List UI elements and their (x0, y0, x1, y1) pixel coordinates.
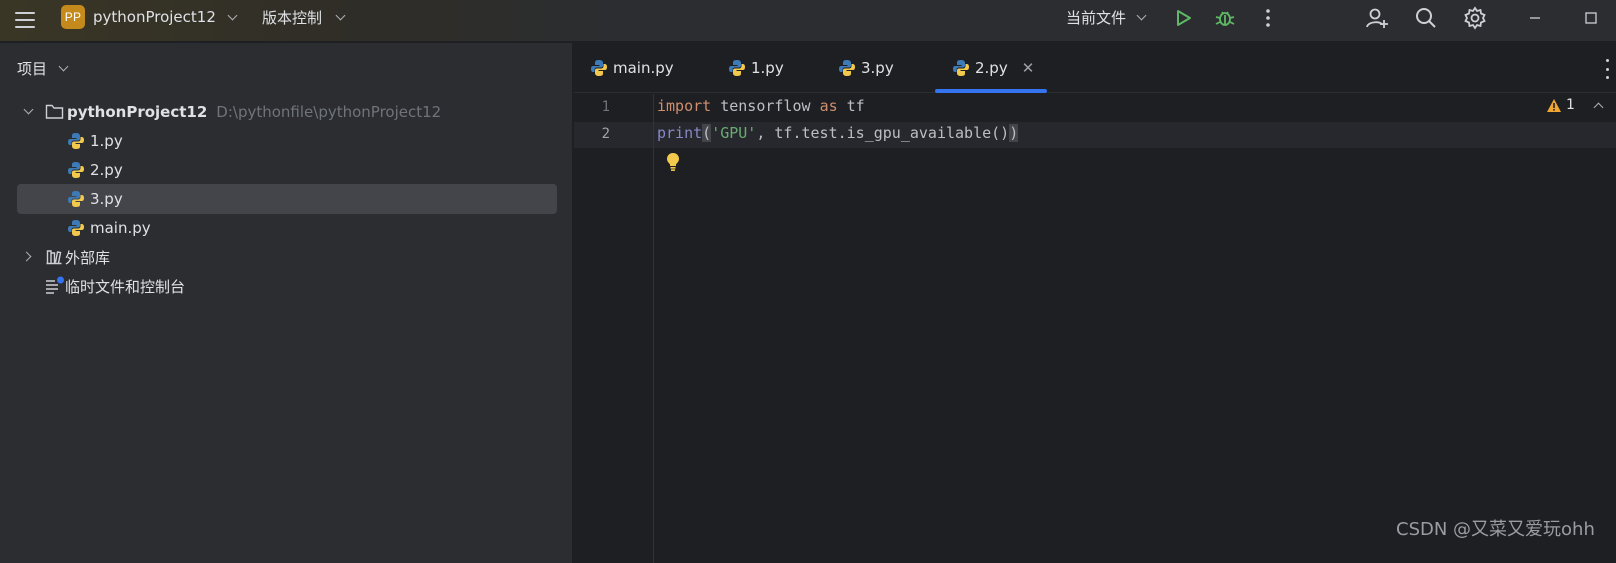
python-file-icon (68, 162, 84, 178)
maximize-icon[interactable] (1578, 5, 1604, 31)
code-line-1[interactable]: import tensorflow as tf (657, 97, 865, 115)
python-file-icon (68, 133, 84, 149)
tab-label: 1.py (751, 59, 784, 77)
line-number: 2 (601, 126, 610, 142)
chevron-down-icon[interactable] (58, 61, 69, 72)
folder-icon (45, 103, 64, 124)
tree-file-item[interactable]: main.py (17, 213, 557, 243)
python-file-icon (729, 60, 745, 76)
project-panel: 项目 pythonProject12 D:\pythonfile\pythonPr… (0, 43, 573, 563)
file-name: 3.py (90, 190, 123, 208)
more-vertical-icon[interactable] (1606, 59, 1610, 79)
watermark: CSDN @又菜又爱玩ohh (1396, 519, 1595, 540)
tree-scratches-consoles[interactable]: 临时文件和控制台 (17, 271, 557, 301)
minimize-icon[interactable] (1522, 5, 1548, 31)
debug-icon[interactable] (1212, 5, 1238, 31)
file-name: 1.py (90, 132, 123, 150)
tree-external-libraries[interactable]: 外部库 (17, 242, 557, 272)
gutter-divider (653, 94, 654, 563)
tab-1-py[interactable]: 1.py (728, 43, 784, 93)
library-icon (45, 248, 63, 269)
python-file-icon (953, 60, 969, 76)
run-icon[interactable] (1170, 5, 1196, 31)
python-file-icon (591, 60, 607, 76)
vcs-menu[interactable]: 版本控制 (262, 7, 322, 28)
close-icon[interactable]: ✕ (1022, 59, 1035, 77)
scratches-label: 临时文件和控制台 (65, 277, 186, 296)
add-user-icon[interactable] (1364, 5, 1390, 31)
root-name: pythonProject12 (67, 103, 208, 121)
scratches-icon (45, 276, 65, 298)
python-file-icon (68, 191, 84, 207)
editor-area: main.py 1.py 3.py 2.py ✕ 1 2 import tens… (574, 43, 1616, 563)
title-bar: PP pythonProject12 版本控制 当前文件 (0, 0, 1616, 42)
project-badge[interactable]: PP (61, 5, 85, 29)
tree-file-item[interactable]: 2.py (17, 155, 557, 185)
chevron-down-icon[interactable] (335, 10, 346, 21)
chevron-up-icon[interactable] (1593, 102, 1604, 113)
root-path: D:\pythonfile\pythonProject12 (216, 103, 442, 121)
external-libraries-label: 外部库 (65, 248, 111, 267)
chevron-down-icon[interactable] (23, 104, 34, 115)
panel-title[interactable]: 项目 (17, 58, 47, 79)
active-tab-indicator (935, 89, 1047, 93)
code-line-2[interactable]: print('GPU', tf.test.is_gpu_available()) (657, 124, 1019, 142)
lightbulb-icon[interactable] (665, 152, 681, 172)
tree-root-project[interactable]: pythonProject12 D:\pythonfile\pythonProje… (17, 97, 557, 127)
chevron-down-icon[interactable] (227, 10, 238, 21)
editor-tab-bar: main.py 1.py 3.py 2.py ✕ (574, 43, 1616, 93)
chevron-down-icon[interactable] (1136, 10, 1147, 21)
tab-2-py-active[interactable]: 2.py ✕ (952, 43, 1034, 93)
tab-label: main.py (613, 59, 674, 77)
project-name[interactable]: pythonProject12 (93, 8, 216, 26)
warning-icon (1547, 98, 1561, 112)
inspection-widget[interactable]: 1 (1546, 97, 1616, 113)
settings-gear-icon[interactable] (1462, 5, 1488, 31)
more-vertical-icon[interactable] (1255, 5, 1281, 31)
tree-file-item[interactable]: 1.py (17, 126, 557, 156)
python-file-icon (839, 60, 855, 76)
tab-label: 2.py (975, 59, 1008, 77)
tab-main-py[interactable]: main.py (590, 43, 674, 93)
python-file-icon (68, 220, 84, 236)
tree-file-item-selected[interactable]: 3.py (17, 184, 557, 214)
tab-3-py[interactable]: 3.py (838, 43, 894, 93)
search-icon[interactable] (1413, 5, 1439, 31)
warning-count: 1 (1566, 97, 1575, 113)
line-number: 1 (601, 99, 610, 115)
file-name: main.py (90, 219, 151, 237)
run-configuration-selector[interactable]: 当前文件 (1066, 7, 1126, 28)
chevron-right-icon[interactable] (21, 251, 32, 262)
file-name: 2.py (90, 161, 123, 179)
tab-label: 3.py (861, 59, 894, 77)
hamburger-menu-icon[interactable] (13, 9, 37, 31)
